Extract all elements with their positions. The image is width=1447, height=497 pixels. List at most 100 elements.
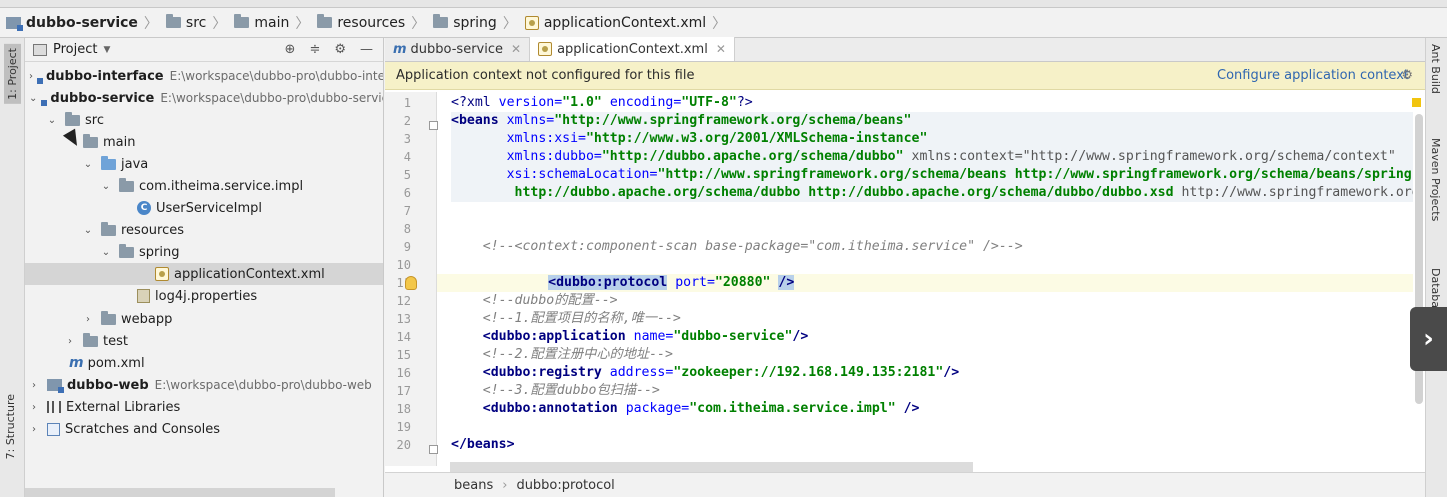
tab-dubbo-service[interactable]: m dubbo-service ✕ (385, 37, 531, 61)
code-line: </beans> (451, 436, 1413, 454)
code-token: address= (601, 365, 674, 380)
collapse-arrow-icon[interactable]: ⌄ (101, 247, 111, 258)
line-number: 9 (403, 240, 411, 254)
code-token: <!--dubbo的配置--> (482, 293, 618, 308)
chevron-right-icon: 〉 (295, 15, 310, 32)
tree-item-path: E:\workspace\dubbo-pro\dubbo-interface (169, 69, 384, 83)
expand-arrow-icon[interactable]: › (29, 402, 39, 413)
code-line: http://dubbo.apache.org/schema/dubbo htt… (451, 184, 1413, 202)
tree-item-spring[interactable]: ⌄ spring (25, 241, 383, 263)
breadcrumb-label: applicationContext.xml (543, 14, 707, 31)
breadcrumb-src[interactable]: src 〉 (165, 8, 234, 38)
tree-item-label: pom.xml (87, 355, 145, 371)
code-token: <?xml (451, 95, 499, 110)
tree-item-dubbo-interface[interactable]: › dubbo-interface E:\workspace\dubbo-pro… (25, 65, 384, 87)
code-area[interactable]: <?xml version="1.0" encoding="UTF-8"?> <… (437, 92, 1413, 466)
expand-arrow-icon[interactable]: › (29, 380, 39, 391)
breadcrumb-dubbo-service[interactable]: dubbo-service 〉 (6, 8, 166, 38)
line-number-gutter: 1 2 3 4 5 6 7 8 9 10 11 12 13 14 15 16 1… (385, 92, 438, 466)
code-token: "zookeeper://192.168.149.135:2181" (673, 365, 944, 380)
code-token: "http://dubbo.apache.org/schema/dubbo" (601, 149, 904, 164)
properties-file-icon (137, 289, 150, 303)
tree-item-dubbo-web[interactable]: › dubbo-web E:\workspace\dubbo-pro\dubbo… (25, 374, 383, 396)
tree-item-dubbo-service[interactable]: ⌄ dubbo-service E:\workspace\dubbo-pro\d… (25, 87, 383, 109)
project-tool-tab[interactable]: 1: Project (4, 44, 21, 104)
tree-item-webapp[interactable]: › webapp (25, 308, 383, 330)
status-path-beans[interactable]: beans (454, 478, 493, 493)
line-number: 2 (403, 114, 411, 128)
breadcrumb-spring[interactable]: spring 〉 (433, 8, 525, 38)
collapse-arrow-icon[interactable]: ⌄ (83, 159, 93, 170)
tree-item-test[interactable]: › test (25, 330, 383, 352)
close-icon[interactable]: ✕ (716, 42, 726, 56)
expand-arrow-icon[interactable]: › (29, 71, 33, 82)
tree-item-application-context[interactable]: applicationContext.xml (25, 263, 383, 285)
close-icon[interactable]: ✕ (511, 42, 521, 56)
structure-tool-tab[interactable]: 7: Structure (4, 394, 17, 459)
code-line: <!--<context:component-scan base-package… (451, 238, 1413, 256)
lightbulb-icon[interactable] (405, 276, 417, 290)
code-token: <!--1.配置项目的名称,唯一--> (482, 311, 681, 326)
tree-item-log4j[interactable]: log4j.properties (25, 285, 383, 307)
project-panel-title[interactable]: Project (53, 42, 97, 57)
line-number: 8 (403, 222, 411, 236)
breadcrumb-main[interactable]: main 〉 (234, 8, 317, 38)
maven-icon: m (393, 41, 407, 57)
code-token: http://www.springframework.org/schema/co… (1181, 185, 1413, 200)
code-token: xmlns:context="http://www.springframewor… (903, 149, 1396, 164)
status-path-protocol[interactable]: dubbo:protocol (516, 478, 614, 493)
code-token: version= (498, 95, 563, 110)
collapse-arrow-icon[interactable]: ⌄ (83, 225, 93, 236)
hide-icon[interactable]: — (360, 42, 373, 57)
tree-item-pom[interactable]: m pom.xml (25, 352, 383, 374)
left-tool-strip: 1: Project 7: Structure (0, 38, 25, 497)
chevron-right-icon[interactable]: › (1410, 307, 1447, 371)
code-line: xsi:schemaLocation="http://www.springfra… (451, 166, 1413, 184)
breadcrumb-label: resources (337, 14, 406, 31)
chevron-right-icon: 〉 (143, 15, 158, 32)
tree-item-resources[interactable]: ⌄ resources (25, 219, 383, 241)
gear-icon[interactable]: ⚙ (1401, 68, 1413, 83)
tree-item-package[interactable]: ⌄ com.itheima.service.impl (25, 175, 383, 197)
tree-item-external-libraries[interactable]: › External Libraries (25, 396, 383, 418)
breadcrumb-application-context[interactable]: applicationContext.xml 〉 (524, 8, 734, 38)
dropdown-arrow-icon[interactable]: ▼ (103, 45, 110, 55)
tree-item-userserviceimpl[interactable]: C UserServiceImpl (25, 197, 383, 219)
collapse-arrow-icon[interactable]: ⌄ (101, 181, 111, 192)
banner-message: Application context not configured for t… (396, 68, 695, 83)
breadcrumb-resources[interactable]: resources 〉 (317, 8, 433, 38)
tree-item-scratches[interactable]: › Scratches and Consoles (25, 418, 383, 440)
expand-arrow-icon[interactable]: › (29, 424, 39, 435)
project-panel: Project ▼ ⊕ ≑ ⚙ — › dubbo-interface E:\w… (25, 38, 384, 497)
ant-build-tab[interactable]: Ant Build (1429, 44, 1442, 94)
collapse-all-icon[interactable]: ≑ (309, 42, 320, 57)
tab-application-context[interactable]: applicationContext.xml ✕ (530, 37, 735, 61)
breadcrumb-label: src (185, 14, 207, 31)
editor-breadcrumb-bar: beans › dubbo:protocol (385, 472, 1425, 497)
code-line: <!--3.配置dubbo包扫描--> (451, 382, 1413, 400)
locate-icon[interactable]: ⊕ (285, 42, 296, 57)
chevron-right-icon: 〉 (712, 15, 727, 32)
code-token: xmlns= (506, 113, 555, 128)
maven-projects-tab[interactable]: Maven Projects (1429, 138, 1442, 221)
tree-item-label: UserServiceImpl (156, 200, 263, 216)
collapse-arrow-icon[interactable]: ⌄ (29, 93, 37, 104)
code-token: /> (792, 329, 809, 344)
collapse-arrow-icon[interactable]: ⌄ (47, 115, 57, 126)
expand-arrow-icon[interactable]: › (65, 336, 75, 347)
configure-context-link[interactable]: Configure application context (1217, 68, 1409, 83)
tree-item-java[interactable]: ⌄ java (25, 153, 383, 175)
horizontal-scrollbar[interactable] (25, 488, 335, 497)
library-icon (47, 401, 61, 413)
line-number: 15 (396, 348, 411, 362)
warning-marker-icon[interactable] (1412, 98, 1421, 107)
code-line: <!--2.配置注册中心的地址--> (451, 346, 1413, 364)
code-line: <dubbo:annotation package="com.itheima.s… (451, 400, 1413, 418)
horizontal-scrollbar[interactable] (450, 462, 973, 472)
gear-icon[interactable]: ⚙ (334, 42, 346, 57)
code-token: /> (778, 275, 795, 290)
tree-item-src[interactable]: ⌄ src (25, 109, 383, 131)
code-line: <dubbo:protocol port="20880" /> (437, 274, 1413, 292)
tree-item-label: resources (121, 222, 185, 238)
expand-arrow-icon[interactable]: › (83, 314, 93, 325)
